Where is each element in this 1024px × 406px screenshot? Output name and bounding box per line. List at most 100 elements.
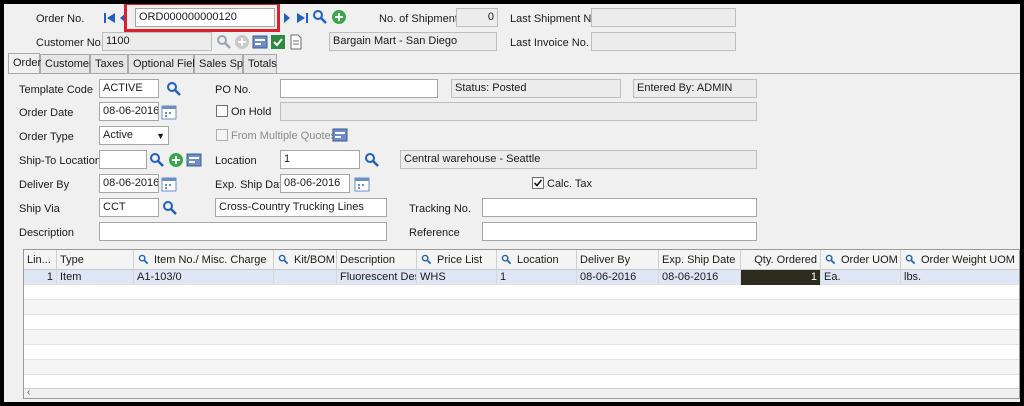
tab-taxes[interactable]: Taxes (90, 54, 128, 73)
tracking-input[interactable] (482, 198, 757, 217)
tracking-label: Tracking No. (409, 203, 471, 215)
exp-ship-calendar-icon[interactable] (354, 176, 370, 192)
order-finder-icon[interactable] (312, 9, 328, 25)
cell-kit (274, 270, 337, 285)
column-type[interactable]: Type (57, 250, 134, 270)
new-order-icon[interactable] (331, 9, 347, 25)
tab-sales-split[interactable]: Sales Split (194, 54, 251, 73)
last-record-icon[interactable] (294, 10, 310, 26)
column-item[interactable]: Item No./ Misc. Charge (134, 250, 274, 270)
tab-order[interactable]: Order (8, 53, 41, 73)
deliver-by-input[interactable]: 08-06-2016 (99, 174, 159, 193)
search-icon (825, 254, 836, 265)
search-icon (905, 254, 916, 265)
deliver-by-calendar-icon[interactable] (161, 176, 177, 192)
exp-ship-input[interactable]: 08-06-2016 (280, 174, 350, 193)
empty-row[interactable] (24, 345, 1019, 360)
ship-via-finder-icon[interactable] (162, 200, 178, 216)
column-location[interactable]: Location (497, 250, 577, 270)
document-icon[interactable] (288, 34, 304, 50)
cell-uom: Ea. (821, 270, 901, 285)
empty-row[interactable] (24, 315, 1019, 330)
order-lines-grid[interactable]: Lin... Type Item No./ Misc. Charge Kit/B… (23, 249, 1020, 399)
column-exp-ship[interactable]: Exp. Ship Date (659, 250, 741, 270)
customer-name-field: Bargain Mart - San Diego (329, 32, 497, 51)
column-deliver-by[interactable]: Deliver By (577, 250, 659, 270)
cell-description: Fluorescent Des... (337, 270, 417, 285)
customer-details-icon[interactable] (252, 34, 268, 50)
column-description[interactable]: Description (337, 250, 417, 270)
cell-weight-uom: lbs. (901, 270, 1019, 285)
add-customer-icon[interactable] (234, 34, 250, 50)
empty-row[interactable] (24, 300, 1019, 315)
template-code-input[interactable]: ACTIVE (99, 79, 159, 98)
po-no-input[interactable] (280, 79, 438, 98)
on-hold-reason-field (280, 102, 757, 121)
tab-customer[interactable]: Customer (40, 54, 93, 73)
on-hold-checkbox[interactable] (216, 105, 228, 117)
cell-exp-ship: 08-06-2016 (659, 270, 741, 285)
quotes-list-icon[interactable] (332, 127, 348, 143)
reference-label: Reference (409, 227, 460, 239)
customer-finder-icon[interactable] (216, 34, 232, 50)
description-input[interactable] (99, 222, 387, 241)
grid-header: Lin... Type Item No./ Misc. Charge Kit/B… (24, 250, 1019, 270)
calc-tax-checkbox[interactable] (532, 177, 544, 189)
ship-to-input[interactable] (99, 150, 147, 169)
search-icon (138, 254, 149, 265)
column-line[interactable]: Lin... (24, 250, 57, 270)
order-type-select[interactable]: Active ▼ (99, 126, 169, 145)
column-kit[interactable]: Kit/BOM (274, 250, 337, 270)
order-type-label: Order Type (19, 131, 74, 143)
empty-row[interactable] (24, 285, 1019, 300)
status-field: Status: Posted (451, 79, 621, 98)
tab-totals[interactable]: Totals (243, 54, 277, 73)
scroll-left-icon[interactable]: ‹ (27, 387, 30, 398)
calc-tax-label: Calc. Tax (547, 178, 593, 190)
shipments-label: No. of Shipments (379, 13, 464, 25)
empty-row[interactable] (24, 360, 1019, 375)
credit-check-icon[interactable] (270, 34, 286, 50)
location-finder-icon[interactable] (364, 152, 380, 168)
cell-item: A1-103/0 (134, 270, 274, 285)
deliver-by-label: Deliver By (19, 179, 70, 191)
first-record-icon[interactable] (102, 10, 118, 26)
checkmark-icon (533, 179, 543, 187)
cell-price-list: WHS (417, 270, 497, 285)
column-uom[interactable]: Order UOM (821, 250, 901, 270)
order-entry-window: Order No. ORD000000000120 No. of Shipmen… (4, 4, 1020, 402)
cell-location: 1 (497, 270, 577, 285)
search-icon (278, 254, 289, 265)
order-date-input[interactable]: 08-06-2016 (99, 102, 159, 121)
last-shipment-field (591, 8, 736, 27)
exp-ship-label: Exp. Ship Date (215, 179, 289, 191)
ship-to-finder-icon[interactable] (149, 152, 165, 168)
order-date-label: Order Date (19, 107, 74, 119)
next-record-icon[interactable] (282, 10, 292, 26)
ship-via-input[interactable]: CCT (99, 198, 159, 217)
last-invoice-label: Last Invoice No. (510, 37, 589, 49)
previous-record-icon[interactable] (118, 10, 128, 26)
tab-optional-fields[interactable]: Optional Fields (128, 54, 206, 73)
from-quotes-checkbox[interactable] (216, 129, 228, 141)
order-date-calendar-icon[interactable] (161, 104, 177, 120)
empty-row[interactable] (24, 330, 1019, 345)
shipments-count: 0 (456, 8, 498, 27)
column-qty[interactable]: Qty. Ordered (741, 250, 821, 270)
ship-via-name-field[interactable]: Cross-Country Trucking Lines (215, 198, 387, 217)
cell-deliver-by: 08-06-2016 (577, 270, 659, 285)
cell-qty[interactable]: 1 (741, 270, 821, 285)
description-label: Description (19, 227, 75, 239)
on-hold-label: On Hold (231, 106, 272, 118)
template-code-label: Template Code (19, 84, 93, 96)
ship-to-details-icon[interactable] (186, 152, 202, 168)
template-finder-icon[interactable] (166, 81, 182, 97)
order-no-input[interactable]: ORD000000000120 (135, 8, 275, 27)
add-ship-to-icon[interactable] (168, 152, 184, 168)
column-weight-uom[interactable]: Order Weight UOM (901, 250, 1019, 270)
reference-input[interactable] (482, 222, 757, 241)
table-row[interactable]: 1 Item A1-103/0 Fluorescent Des... WHS 1… (24, 270, 1019, 285)
column-price-list[interactable]: Price List (417, 250, 497, 270)
horizontal-scrollbar[interactable]: ‹ (24, 387, 1019, 398)
location-input[interactable]: 1 (280, 150, 360, 169)
